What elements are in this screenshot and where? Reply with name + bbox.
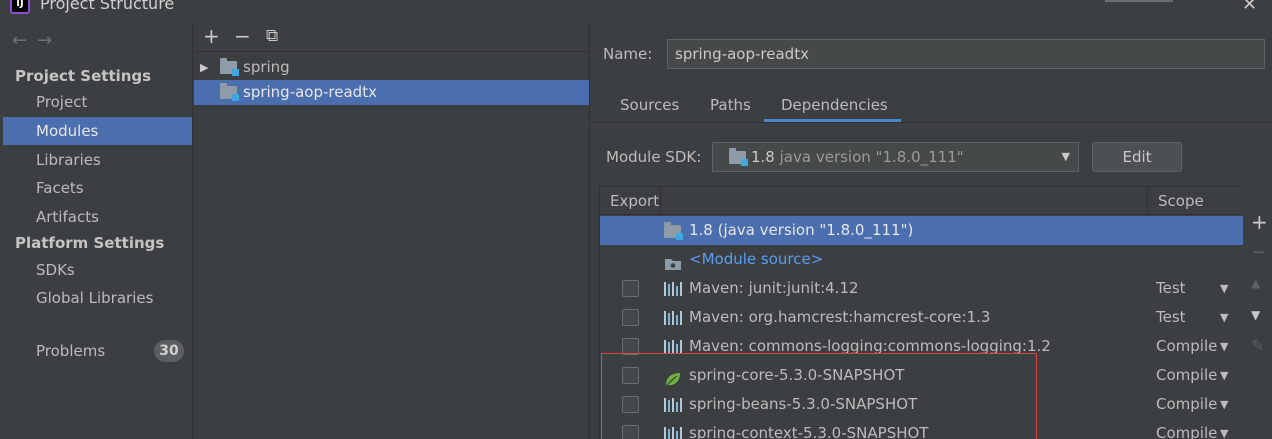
settings-sidebar: ←→ Project Settings Project Modules Libr… (0, 22, 193, 439)
tree-toolbar: + − ⧉ (194, 22, 590, 52)
table-row[interactable]: Maven: commons-logging:commons-logging:1… (600, 332, 1243, 361)
dependency-label: Maven: org.hamcrest:hamcrest-core:1.3 (689, 308, 991, 326)
spring-leaf-icon (664, 368, 682, 386)
add-dependency-icon[interactable]: + (1251, 210, 1268, 234)
table-row[interactable]: Maven: junit:junit:4.12 Test ▼ (600, 274, 1243, 303)
chevron-down-icon[interactable]: ▼ (1220, 274, 1228, 303)
scope-value[interactable]: Test (1156, 274, 1186, 303)
scope-value[interactable]: Compile (1156, 361, 1217, 390)
export-checkbox[interactable] (622, 367, 639, 384)
chevron-down-icon[interactable]: ▼ (1220, 361, 1228, 390)
scope-value[interactable]: Compile (1156, 419, 1217, 439)
scope-value[interactable]: Compile (1156, 390, 1217, 419)
module-sdk-dropdown[interactable]: 1.8 java version "1.8.0_111" ▼ (712, 142, 1079, 172)
dependency-label: Maven: commons-logging:commons-logging:1… (689, 337, 1051, 355)
tree-item-spring[interactable]: ▶ spring (194, 55, 589, 80)
jdk-folder-icon (729, 148, 748, 166)
sidebar-item-sdks[interactable]: SDKs (3, 256, 192, 284)
jdk-folder-icon (664, 222, 683, 240)
table-row[interactable]: 1.8 (java version "1.8.0_111") (600, 216, 1243, 245)
export-checkbox[interactable] (622, 280, 639, 297)
column-divider (1147, 187, 1148, 215)
module-folder-icon (220, 58, 239, 76)
module-folder-icon (220, 83, 239, 101)
table-row[interactable]: spring-core-5.3.0-SNAPSHOT Compile ▼ (600, 361, 1243, 390)
back-arrow-icon[interactable]: ← (12, 30, 37, 51)
intellij-app-icon: IJ (10, 0, 30, 14)
tab-dependencies[interactable]: Dependencies (781, 96, 888, 114)
module-source-icon (664, 252, 682, 270)
tab-sources[interactable]: Sources (620, 96, 679, 114)
sidebar-item-modules[interactable]: Modules (3, 117, 192, 145)
table-row[interactable]: spring-context-5.3.0-SNAPSHOT Compile ▼ (600, 419, 1243, 439)
copy-module-icon[interactable]: ⧉ (266, 24, 278, 48)
title-bar: IJ Project Structure ✕ (0, 0, 1272, 18)
project-settings-header: Project Settings (15, 67, 152, 85)
scope-value[interactable]: Compile (1156, 332, 1217, 361)
tab-paths[interactable]: Paths (710, 96, 751, 114)
dependencies-side-toolbar: + − ▲ ▼ ✎ (1247, 186, 1272, 439)
sidebar-item-project[interactable]: Project (3, 88, 192, 116)
module-sdk-label: Module SDK: (606, 148, 702, 166)
library-icon (664, 281, 682, 296)
add-module-icon[interactable]: + (203, 24, 220, 48)
expand-arrow-icon[interactable]: ▶ (200, 55, 208, 80)
tree-item-label: spring-aop-readtx (243, 83, 377, 101)
tree-item-label: spring (243, 58, 290, 76)
tree-item-spring-aop-readtx[interactable]: spring-aop-readtx (194, 80, 589, 105)
table-row[interactable]: <Module source> (600, 245, 1243, 274)
remove-dependency-icon[interactable]: − (1251, 242, 1266, 263)
dependency-label: spring-core-5.3.0-SNAPSHOT (689, 366, 905, 384)
dependencies-table: Export Scope 1.8 (java version "1.8.0_11… (599, 186, 1243, 439)
module-name-input[interactable]: spring-aop-readtx (667, 39, 1265, 69)
chevron-down-icon[interactable]: ▼ (1220, 390, 1228, 419)
export-checkbox[interactable] (622, 396, 639, 413)
dependency-label: 1.8 (java version "1.8.0_111") (689, 221, 914, 239)
name-label: Name: (603, 45, 653, 63)
column-header-export[interactable]: Export (610, 192, 659, 210)
table-header: Export Scope (600, 187, 1243, 215)
move-up-icon[interactable]: ▲ (1251, 276, 1260, 290)
library-icon (664, 397, 682, 412)
chevron-down-icon[interactable]: ▼ (1220, 332, 1228, 361)
export-checkbox[interactable] (622, 425, 639, 439)
sidebar-item-global-libraries[interactable]: Global Libraries (3, 284, 192, 312)
scope-value[interactable]: Test (1156, 303, 1186, 332)
chevron-down-icon[interactable]: ▼ (1220, 419, 1228, 439)
library-icon (664, 310, 682, 325)
export-checkbox[interactable] (622, 338, 639, 355)
history-navigation: ←→ (12, 30, 62, 51)
table-row[interactable]: spring-beans-5.3.0-SNAPSHOT Compile ▼ (600, 390, 1243, 419)
library-icon (664, 339, 682, 354)
sdk-version: java version "1.8.0_111" (779, 148, 964, 166)
forward-arrow-icon[interactable]: → (37, 30, 62, 51)
sidebar-item-facets[interactable]: Facets (3, 174, 192, 202)
dependency-label: <Module source> (689, 250, 824, 268)
close-icon[interactable]: ✕ (1242, 0, 1257, 15)
table-row[interactable]: Maven: org.hamcrest:hamcrest-core:1.3 Te… (600, 303, 1243, 332)
column-divider (660, 187, 661, 215)
library-icon (664, 426, 682, 439)
chevron-down-icon: ▼ (1061, 150, 1070, 163)
column-header-scope[interactable]: Scope (1158, 192, 1204, 210)
tabs-divider (591, 122, 1272, 123)
module-tree-pane: + − ⧉ ▶ spring spring-aop-readtx (194, 22, 590, 439)
dependency-label: Maven: junit:junit:4.12 (689, 279, 859, 297)
sidebar-item-artifacts[interactable]: Artifacts (3, 203, 192, 231)
module-details-pane: Name: spring-aop-readtx Sources Paths De… (591, 22, 1272, 439)
platform-settings-header: Platform Settings (15, 234, 165, 252)
chevron-down-icon[interactable]: ▼ (1220, 303, 1228, 332)
sdk-value: 1.8 (751, 148, 775, 166)
sidebar-item-libraries[interactable]: Libraries (3, 146, 192, 174)
window-title: Project Structure (40, 0, 175, 13)
remove-module-icon[interactable]: − (234, 24, 251, 48)
edit-dependency-icon[interactable]: ✎ (1251, 336, 1264, 355)
title-bar-button[interactable] (1105, 0, 1173, 2)
dependency-label: spring-context-5.3.0-SNAPSHOT (689, 424, 929, 439)
move-down-icon[interactable]: ▼ (1251, 308, 1260, 322)
export-checkbox[interactable] (622, 309, 639, 326)
problems-count-badge: 30 (154, 340, 184, 362)
dependency-label: spring-beans-5.3.0-SNAPSHOT (689, 395, 918, 413)
edit-sdk-button[interactable]: Edit (1092, 142, 1182, 172)
